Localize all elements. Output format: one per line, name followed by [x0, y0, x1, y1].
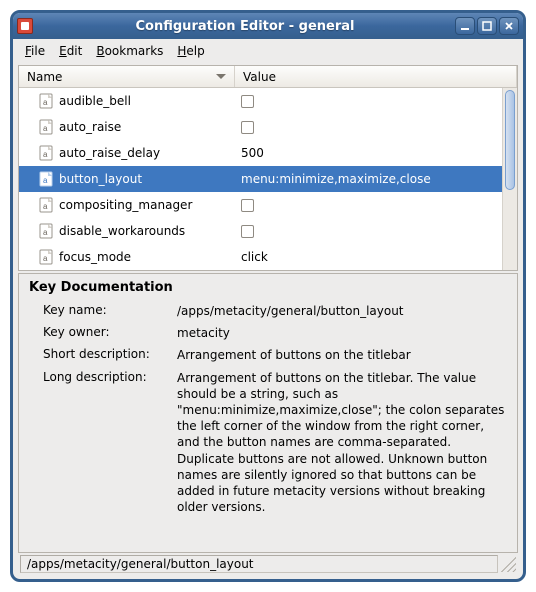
cell-name: a disable_workarounds — [39, 223, 235, 239]
doc-value-keyname: /apps/metacity/general/button_layout — [177, 303, 507, 319]
row-name-label: auto_raise — [59, 120, 121, 134]
doc-table: Key name: /apps/metacity/general/button_… — [29, 303, 507, 515]
doc-value-longdesc: Arrangement of buttons on the titlebar. … — [177, 370, 507, 516]
checkbox[interactable] — [241, 225, 254, 238]
window-title: Configuration Editor - general — [37, 19, 453, 34]
key-icon: a — [39, 145, 53, 161]
key-icon: a — [39, 197, 53, 213]
statusbar: /apps/metacity/general/button_layout — [18, 553, 518, 575]
menu-bookmarks-rest: ookmarks — [105, 44, 164, 58]
doc-heading: Key Documentation — [29, 280, 507, 295]
menu-file-rest: ile — [31, 44, 45, 58]
row-name-label: auto_raise_delay — [59, 146, 160, 160]
list-header: Name Value — [19, 66, 517, 88]
svg-text:a: a — [43, 228, 48, 237]
menu-file[interactable]: File — [19, 42, 51, 60]
doc-label-keyowner: Key owner: — [43, 325, 173, 341]
key-icon: a — [39, 93, 53, 109]
doc-label-shortdesc: Short description: — [43, 347, 173, 363]
cell-value — [235, 95, 517, 108]
resize-grip-icon[interactable] — [500, 556, 516, 572]
status-path-text: /apps/metacity/general/button_layout — [27, 557, 254, 571]
row-name-label: audible_bell — [59, 94, 131, 108]
menu-bookmarks[interactable]: Bookmarks — [90, 42, 169, 60]
key-icon: a — [39, 249, 53, 265]
cell-name: a button_layout — [39, 171, 235, 187]
svg-text:a: a — [43, 98, 48, 107]
doc-label-longdesc: Long description: — [43, 370, 173, 516]
row-value-label: click — [241, 250, 268, 264]
maximize-button[interactable] — [477, 17, 497, 35]
documentation-panel: Key Documentation Key name: /apps/metaci… — [18, 273, 518, 553]
svg-text:a: a — [43, 202, 48, 211]
key-icon: a — [39, 119, 53, 135]
cell-value: click — [235, 250, 517, 264]
list-body[interactable]: a audible_bell a auto_raise a auto_raise… — [19, 88, 517, 270]
list-row[interactable]: a auto_raise — [19, 114, 517, 140]
app-icon — [17, 18, 33, 34]
cell-value: menu:minimize,maximize,close — [235, 172, 517, 186]
svg-text:a: a — [43, 176, 48, 185]
close-button[interactable] — [499, 17, 519, 35]
key-icon: a — [39, 171, 53, 187]
cell-value — [235, 121, 517, 134]
column-header-value[interactable]: Value — [235, 66, 517, 87]
doc-value-shortdesc: Arrangement of buttons on the titlebar — [177, 347, 507, 363]
column-header-name-label: Name — [27, 70, 62, 84]
row-value-label: menu:minimize,maximize,close — [241, 172, 431, 186]
menu-edit[interactable]: Edit — [53, 42, 88, 60]
titlebar[interactable]: Configuration Editor - general — [13, 13, 523, 39]
row-name-label: focus_mode — [59, 250, 131, 264]
sort-indicator-icon — [216, 74, 226, 79]
checkbox[interactable] — [241, 121, 254, 134]
cell-name: a audible_bell — [39, 93, 235, 109]
content-area: Name Value a audible_bell a auto_raise a… — [13, 63, 523, 579]
row-name-label: compositing_manager — [59, 198, 192, 212]
window: Configuration Editor - general File Edit… — [10, 10, 526, 582]
list-row[interactable]: a compositing_manager — [19, 192, 517, 218]
doc-label-keyname: Key name: — [43, 303, 173, 319]
menubar: File Edit Bookmarks Help — [13, 39, 523, 63]
list-scrollbar[interactable] — [502, 88, 517, 270]
list-row[interactable]: a focus_mode click — [19, 244, 517, 270]
row-value-label: 500 — [241, 146, 264, 160]
cell-name: a auto_raise_delay — [39, 145, 235, 161]
list-row[interactable]: a auto_raise_delay 500 — [19, 140, 517, 166]
column-header-name[interactable]: Name — [19, 66, 235, 87]
cell-value — [235, 199, 517, 212]
svg-text:a: a — [43, 150, 48, 159]
key-list: Name Value a audible_bell a auto_raise a… — [18, 65, 518, 271]
key-icon: a — [39, 223, 53, 239]
list-row[interactable]: a button_layout menu:minimize,maximize,cl… — [19, 166, 517, 192]
row-name-label: disable_workarounds — [59, 224, 185, 238]
svg-text:a: a — [43, 124, 48, 133]
scrollbar-thumb[interactable] — [505, 90, 515, 190]
cell-name: a compositing_manager — [39, 197, 235, 213]
status-path: /apps/metacity/general/button_layout — [20, 555, 498, 573]
svg-text:a: a — [43, 254, 48, 263]
cell-name: a auto_raise — [39, 119, 235, 135]
column-header-value-label: Value — [243, 70, 276, 84]
checkbox[interactable] — [241, 95, 254, 108]
cell-value: 500 — [235, 146, 517, 160]
row-name-label: button_layout — [59, 172, 142, 186]
minimize-button[interactable] — [455, 17, 475, 35]
cell-value — [235, 225, 517, 238]
menu-edit-rest: dit — [67, 44, 83, 58]
list-row[interactable]: a audible_bell — [19, 88, 517, 114]
menu-help[interactable]: Help — [171, 42, 210, 60]
list-row[interactable]: a disable_workarounds — [19, 218, 517, 244]
checkbox[interactable] — [241, 199, 254, 212]
doc-value-keyowner: metacity — [177, 325, 507, 341]
menu-help-rest: elp — [186, 44, 204, 58]
cell-name: a focus_mode — [39, 249, 235, 265]
